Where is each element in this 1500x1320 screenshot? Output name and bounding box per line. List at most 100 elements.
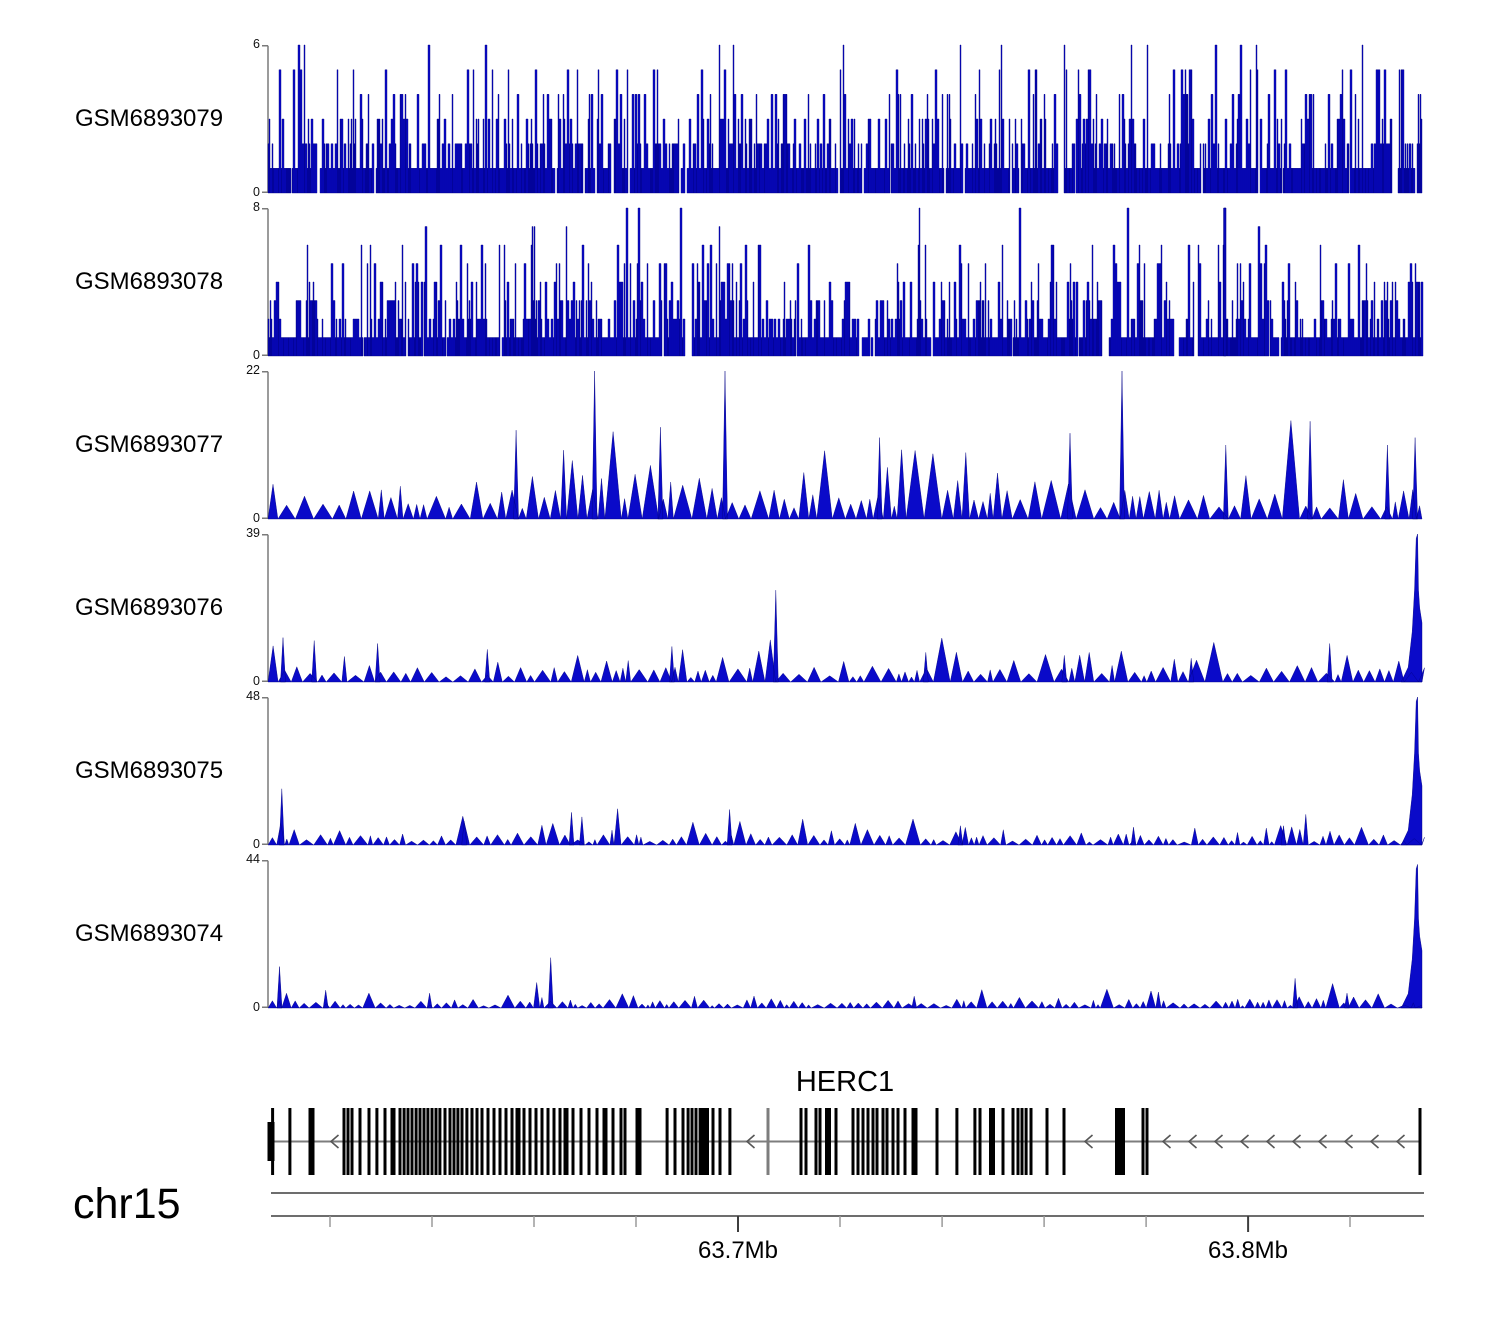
y-axis-zero-label: 0: [226, 837, 260, 852]
exon: [564, 1108, 569, 1175]
exon: [687, 1108, 690, 1175]
exon: [453, 1108, 456, 1175]
exon: [505, 1108, 508, 1175]
exon: [523, 1108, 526, 1175]
track-label-GSM6893078: GSM6893078: [75, 268, 223, 296]
exon: [719, 1108, 722, 1175]
exon: [423, 1108, 426, 1175]
exon: [805, 1108, 808, 1175]
exon: [603, 1108, 608, 1175]
coverage-plot-GSM6893074: [260, 860, 1422, 1008]
exon: [624, 1108, 627, 1175]
genome-browser-figure: GSM689307960GSM689307880GSM6893077220GSM…: [0, 0, 1500, 1320]
y-axis-max-label: 44: [226, 852, 260, 867]
exon: [800, 1108, 803, 1175]
exon: [541, 1108, 544, 1175]
exon: [882, 1108, 885, 1175]
exon: [431, 1108, 434, 1175]
exon: [936, 1108, 939, 1175]
coverage-area: [268, 697, 1425, 845]
exon: [553, 1108, 556, 1175]
exon: [892, 1108, 895, 1175]
exon: [886, 1108, 889, 1175]
exon: [438, 1108, 441, 1175]
exon: [867, 1108, 870, 1175]
exon: [1063, 1108, 1066, 1175]
chromosome-label: chr15: [73, 1180, 181, 1229]
exon: [465, 1108, 468, 1175]
exon: [989, 1108, 995, 1175]
exon: [391, 1108, 396, 1175]
coverage-plot-GSM6893079: [260, 45, 1422, 193]
gene-model-track: [268, 1108, 1422, 1175]
y-axis-max-label: 6: [226, 37, 260, 52]
exon: [312, 1108, 315, 1175]
exon: [511, 1108, 514, 1175]
exon: [819, 1108, 822, 1175]
coverage-area: [268, 45, 1422, 193]
exon: [620, 1108, 623, 1175]
exon: [1021, 1108, 1024, 1175]
exon: [666, 1108, 669, 1175]
exon: [973, 1108, 976, 1175]
coverage-plot-GSM6893075: [260, 697, 1422, 845]
exon: [529, 1108, 532, 1175]
exon: [351, 1108, 354, 1175]
exon: [461, 1108, 464, 1175]
exon: [701, 1108, 709, 1175]
exon: [481, 1108, 484, 1175]
exon: [682, 1108, 685, 1175]
exon: [516, 1108, 521, 1175]
exon: [852, 1108, 855, 1175]
exon: [435, 1108, 438, 1175]
axis-tick-label-63-8: 63.8Mb: [1178, 1237, 1318, 1265]
exon: [825, 1108, 831, 1175]
track-label-GSM6893076: GSM6893076: [75, 594, 223, 622]
gene-name-label: HERC1: [745, 1066, 945, 1099]
exon: [493, 1108, 496, 1175]
coverage-area: [268, 208, 1423, 356]
exon: [415, 1108, 418, 1175]
exon: [872, 1108, 875, 1175]
exon: [612, 1108, 615, 1175]
exon: [691, 1108, 694, 1175]
exon: [915, 1108, 918, 1175]
y-axis-zero-label: 0: [226, 185, 260, 200]
exon: [403, 1108, 406, 1175]
exon: [407, 1108, 410, 1175]
exon: [1002, 1108, 1005, 1175]
exon: [588, 1108, 591, 1175]
exon: [712, 1108, 715, 1175]
exon: [580, 1108, 583, 1175]
y-axis-max-label: 48: [226, 689, 260, 704]
exon: [499, 1108, 502, 1175]
y-axis-zero-label: 0: [226, 348, 260, 363]
exon: [384, 1108, 387, 1175]
exon: [271, 1108, 274, 1175]
exon: [476, 1108, 479, 1175]
exon: [857, 1108, 860, 1175]
exon: [426, 1108, 429, 1175]
exon: [955, 1108, 958, 1175]
exon: [876, 1108, 879, 1175]
exon: [639, 1108, 642, 1175]
track-label-GSM6893074: GSM6893074: [75, 920, 223, 948]
exon: [815, 1108, 818, 1175]
exon: [1115, 1108, 1125, 1175]
exon: [1017, 1108, 1020, 1175]
coverage-plot-GSM6893077: [260, 371, 1422, 519]
track-label-GSM6893077: GSM6893077: [75, 431, 223, 459]
exon: [1030, 1108, 1033, 1175]
exon: [904, 1108, 907, 1175]
exon: [419, 1108, 422, 1175]
exon: [1025, 1108, 1028, 1175]
exon: [399, 1108, 402, 1175]
exon: [695, 1108, 698, 1175]
exon: [547, 1108, 550, 1175]
coverage-area: [268, 864, 1422, 1008]
y-axis-max-label: 22: [226, 363, 260, 378]
exon: [1419, 1108, 1422, 1175]
exon: [444, 1108, 447, 1175]
y-axis-max-label: 8: [226, 200, 260, 215]
exon: [1012, 1108, 1015, 1175]
